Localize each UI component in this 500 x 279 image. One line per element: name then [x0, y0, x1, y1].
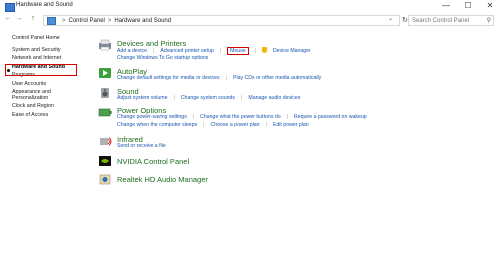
breadcrumb-separator: >	[62, 17, 66, 24]
sidebar-item-appearance[interactable]: Appearance and Personalization	[12, 88, 60, 102]
adjust-volume-link[interactable]: Adjust system volume	[117, 95, 167, 101]
highlight-box	[5, 64, 77, 76]
sidebar-item-ease-of-access[interactable]: Ease of Access	[12, 111, 82, 120]
shield-icon	[262, 47, 268, 53]
change-default-media-link[interactable]: Change default settings for media or dev…	[117, 75, 220, 81]
mouse-link[interactable]: Mouse	[227, 47, 249, 55]
sidebar-item-user-accounts[interactable]: User Accounts	[12, 80, 82, 89]
change-system-sounds-link[interactable]: Change system sounds	[181, 95, 235, 101]
nvidia-icon	[99, 156, 111, 166]
play-cds-link[interactable]: Play CDs or other media automatically	[233, 75, 321, 81]
sidebar-item-network-and-internet[interactable]: Network and Internet	[12, 54, 82, 63]
power-links-row: Change power-saving settings | Change what…	[117, 114, 367, 120]
window-title: Hardware and Sound	[16, 2, 73, 8]
maximize-button[interactable]: ☐	[462, 1, 474, 13]
power-links-row-2: Change when the computer sleeps | Choose a…	[117, 122, 309, 128]
power-saving-settings-link[interactable]: Change power-saving settings	[117, 114, 187, 120]
windows-to-go-link[interactable]: Change Windows To Go startup options	[117, 55, 208, 61]
search-icon[interactable]: ⚲	[487, 16, 491, 26]
address-bar[interactable]: > Control Panel > Hardware and Sound	[43, 15, 400, 26]
search-input[interactable]: Search Control Panel ⚲	[408, 15, 494, 26]
nvidia-control-panel-link[interactable]: NVIDIA Control Panel	[117, 157, 189, 166]
active-bullet	[7, 69, 10, 72]
battery-icon	[98, 108, 112, 117]
minimize-button[interactable]: —	[440, 1, 452, 13]
sidebar-item-system-and-security[interactable]: System and Security	[12, 46, 82, 55]
password-on-wakeup-link[interactable]: Require a password on wakeup	[294, 114, 367, 120]
realtek-speaker-icon	[99, 174, 111, 185]
autoplay-icon	[99, 68, 111, 78]
sidebar: Control Panel Home System and Security N…	[5, 34, 82, 120]
breadcrumb-separator: >	[107, 17, 112, 24]
choose-power-plan-link[interactable]: Choose a power plan	[211, 122, 260, 128]
address-dropdown-icon[interactable]: ⌄	[388, 15, 393, 22]
forward-arrow-icon[interactable]: →	[15, 15, 23, 22]
add-device-link[interactable]: Add a device	[117, 48, 147, 54]
devices-links-row-2: Change Windows To Go startup options	[117, 55, 214, 61]
advanced-printer-setup-link[interactable]: Advanced printer setup	[160, 48, 213, 54]
infrared-icon	[100, 137, 112, 146]
control-panel-icon	[5, 3, 15, 12]
infrared-links-row: Send or receive a file	[117, 143, 172, 149]
devices-links-row: Add a device | Advanced printer setup | Mous…	[117, 47, 311, 55]
power-buttons-link[interactable]: Change what the power buttons do	[200, 114, 280, 120]
sidebar-item-control-panel-home[interactable]: Control Panel Home	[12, 34, 82, 43]
manage-audio-devices-link[interactable]: Manage audio devices	[248, 95, 300, 101]
realtek-audio-manager-link[interactable]: Realtek HD Audio Manager	[117, 175, 208, 184]
control-panel-icon	[47, 16, 56, 25]
printer-icon	[99, 39, 111, 51]
device-manager-link[interactable]: Device Manager	[273, 48, 311, 54]
speaker-icon	[101, 88, 109, 98]
breadcrumb-hardware-and-sound[interactable]: Hardware and Sound	[114, 18, 171, 24]
breadcrumb-control-panel[interactable]: Control Panel	[69, 18, 105, 24]
back-arrow-icon[interactable]: ←	[4, 15, 12, 22]
title-bar: Hardware and Sound — ☐ ✕	[0, 0, 500, 14]
close-button[interactable]: ✕	[484, 1, 496, 13]
sidebar-item-clock-and-region[interactable]: Clock and Region	[12, 102, 82, 111]
refresh-icon[interactable]: ↻	[402, 16, 408, 24]
autoplay-links-row: Change default settings for media or dev…	[117, 75, 322, 81]
sound-links-row: Adjust system volume | Change system sound…	[117, 95, 301, 101]
search-placeholder: Search Control Panel	[412, 18, 470, 24]
edit-power-plan-link[interactable]: Edit power plan	[273, 122, 309, 128]
up-arrow-icon[interactable]: ↑	[29, 15, 37, 22]
window-controls: — ☐ ✕	[440, 1, 496, 13]
send-receive-file-link[interactable]: Send or receive a file	[117, 143, 166, 149]
computer-sleeps-link[interactable]: Change when the computer sleeps	[117, 122, 197, 128]
